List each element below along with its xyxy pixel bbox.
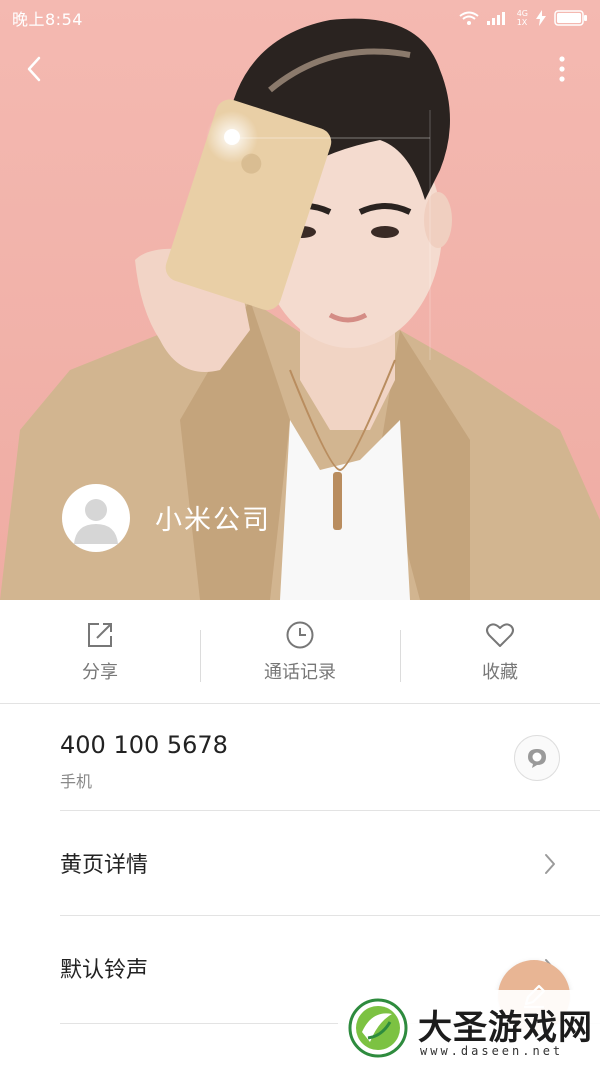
contact-name: 小米公司 [155,505,271,536]
call-history-button[interactable]: 通话记录 [200,600,400,703]
favorite-label: 收藏 [482,661,518,683]
send-message-button[interactable] [514,735,560,781]
back-button[interactable] [18,52,50,86]
phone-type: 手机 [60,772,93,791]
contact-actions: 分享 通话记录 收藏 [0,600,600,704]
more-vertical-icon [559,56,565,82]
battery-icon [554,10,587,26]
chevron-left-icon [27,56,41,82]
yellow-pages-label: 黄页详情 [60,853,149,878]
watermark-url: www.daseen.net [420,1044,564,1058]
signal-icon [486,12,505,25]
ringtone-label: 默认铃声 [60,958,149,983]
person-icon [63,485,129,551]
network-type-bottom: 1X [516,18,528,27]
share-label: 分享 [82,661,118,683]
status-icons: 4G 1X [459,9,588,27]
phone-number-row[interactable]: 400 100 5678 手机 [60,704,600,811]
site-logo-icon [348,998,408,1058]
message-icon [528,749,546,768]
share-button[interactable]: 分享 [0,600,200,703]
network-type-top: 4G [516,9,528,18]
contact-avatar[interactable] [62,484,130,552]
network-type: 4G 1X [517,9,528,27]
status-time: 晚上8:54 [12,10,83,29]
wifi-icon [459,11,479,25]
heart-icon [486,622,514,647]
chevron-right-icon [545,854,555,874]
share-icon [88,622,112,647]
status-bar: 晚上8:54 4G 1X [0,0,600,36]
favorite-button[interactable]: 收藏 [400,600,600,703]
call-history-label: 通话记录 [264,661,336,683]
more-options-button[interactable] [546,52,578,86]
site-watermark: 大圣游戏网 www.daseen.net [338,990,600,1066]
charging-icon [536,10,546,26]
watermark-title: 大圣游戏网 [418,1008,593,1048]
phone-number: 400 100 5678 [60,731,228,759]
contact-header: 晚上8:54 4G 1X 小米公司 [0,0,600,600]
clock-icon [286,621,314,648]
yellow-pages-row[interactable]: 黄页详情 [60,811,600,916]
